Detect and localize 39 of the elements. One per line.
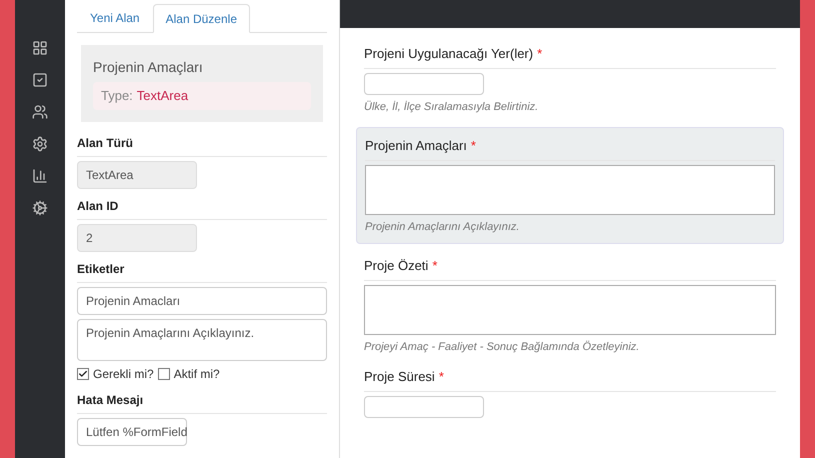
required-mark: *: [432, 257, 438, 275]
textarea-field[interactable]: [364, 284, 776, 334]
help-text: Ülke, İl, İlçe Sıralamasıyla Belirtiniz.: [364, 100, 540, 114]
grid-icon[interactable]: [32, 40, 48, 56]
field-label: Alan Türü: [77, 134, 327, 156]
tab[interactable]: Alan Düzenle: [152, 4, 250, 33]
field-id-input[interactable]: 2: [77, 224, 197, 252]
form-field-label: Projenin Amaçları: [365, 137, 467, 155]
form-field-label: Proje Süresi: [364, 368, 435, 386]
help-text: Projeyi Amaç - Faaliyet - Sonuç Bağlamında Özetleyiniz.: [364, 340, 640, 354]
type-value: TextArea: [136, 87, 188, 105]
checkbox[interactable]: [77, 368, 89, 380]
required-mark: *: [438, 368, 444, 386]
textarea-field[interactable]: [365, 164, 775, 214]
checkbox[interactable]: [158, 368, 170, 380]
checkbox-icon[interactable]: [32, 72, 48, 88]
gears-icon[interactable]: [32, 200, 48, 216]
type-label: Type:: [101, 87, 133, 105]
help-text: Projenin Amaçlarını Açıklayınız.: [365, 220, 520, 234]
text-input[interactable]: [364, 72, 484, 94]
description-textarea[interactable]: Projenin Amaçlarını Açıklayınız.: [77, 318, 327, 360]
users-icon[interactable]: [32, 104, 48, 120]
tab[interactable]: Yeni Alan: [77, 4, 153, 32]
checkbox-label: Aktif mi?: [174, 366, 220, 382]
field-type-input[interactable]: TextArea: [77, 160, 197, 188]
required-mark: *: [470, 137, 476, 155]
error-message-input[interactable]: Lütfen %FormField: [77, 418, 187, 446]
label-input[interactable]: Projenin Amacları: [77, 286, 327, 314]
form-field-label: Projeni Uygulanacağı Yer(ler): [364, 45, 534, 63]
required-mark: *: [537, 45, 542, 63]
field-label: Etiketler: [77, 260, 327, 282]
form-field-label: Proje Özeti: [364, 257, 428, 275]
chart-icon[interactable]: [32, 168, 48, 184]
summary-title: Projenin Amaçları: [93, 58, 204, 77]
field-label: Hata Mesajı: [77, 390, 327, 414]
field-label: Alan ID: [77, 196, 327, 220]
checkbox-label: Gerekli mi?: [93, 366, 154, 382]
settings-icon[interactable]: [32, 136, 48, 152]
text-input[interactable]: [364, 396, 484, 418]
